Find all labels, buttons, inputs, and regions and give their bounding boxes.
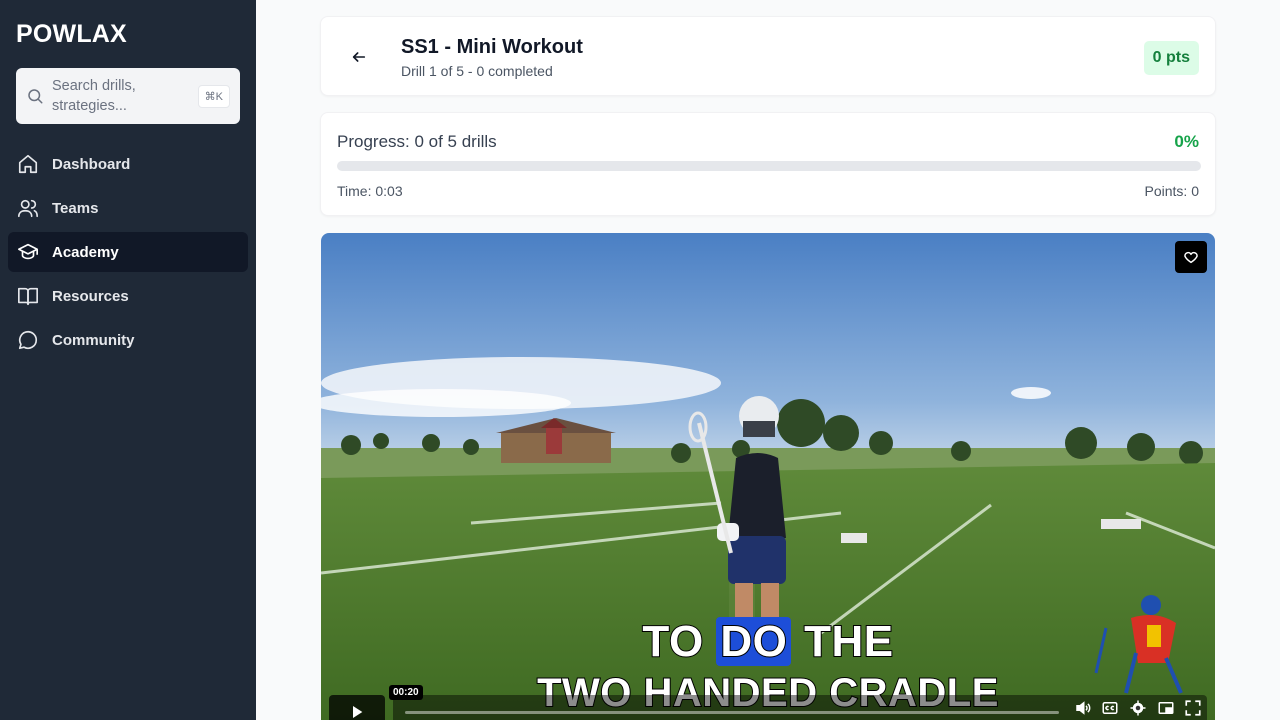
caption-highlight-word: DO (716, 616, 792, 667)
video-caption-line-1: TO DO THE (321, 616, 1215, 667)
settings-icon[interactable] (1128, 698, 1148, 718)
sidebar-item-teams[interactable]: Teams (8, 188, 248, 228)
book-open-icon (16, 284, 40, 308)
points-badge: 0 pts (1143, 41, 1199, 75)
favorite-button[interactable] (1175, 241, 1207, 273)
search-placeholder[interactable]: Search drills, strategies... (52, 76, 182, 116)
sidebar-item-label: Teams (52, 199, 99, 217)
sidebar-nav: Dashboard Teams Academy Resources Commun… (8, 144, 248, 364)
graduation-cap-icon (16, 240, 40, 264)
sidebar-item-resources[interactable]: Resources (8, 276, 248, 316)
points-total: Points: 0 (1144, 183, 1199, 199)
progress-bar (337, 161, 1201, 171)
caption-word: THE (803, 616, 894, 667)
play-icon (353, 706, 363, 718)
search-icon (28, 89, 43, 104)
seek-bar[interactable] (405, 711, 1059, 714)
pip-icon[interactable] (1156, 698, 1176, 718)
back-button[interactable] (347, 45, 371, 69)
progress-label: Progress: 0 of 5 drills (337, 132, 497, 151)
video-control-group (1069, 695, 1207, 720)
search-box[interactable]: Search drills, strategies... ⌘K (16, 68, 240, 124)
video-player[interactable]: TO DO THE TWO HANDED CRADLE 00:20 (321, 233, 1215, 720)
message-circle-icon (16, 328, 40, 352)
brand-logo[interactable]: POWLAX (16, 20, 127, 49)
sidebar-item-community[interactable]: Community (8, 320, 248, 360)
sidebar: POWLAX Search drills, strategies... ⌘K D… (0, 0, 256, 720)
sidebar-item-academy[interactable]: Academy (8, 232, 248, 272)
users-icon (16, 196, 40, 220)
heart-icon (1184, 251, 1198, 264)
home-icon (16, 152, 40, 176)
sidebar-item-dashboard[interactable]: Dashboard (8, 144, 248, 184)
video-controls: 00:20 (321, 685, 1215, 720)
sidebar-item-label: Community (52, 331, 135, 349)
caption-word: TO (641, 616, 704, 667)
sidebar-item-label: Academy (52, 243, 119, 261)
play-button[interactable] (329, 695, 385, 720)
fullscreen-icon[interactable] (1183, 698, 1203, 718)
current-time-tooltip: 00:20 (389, 685, 423, 700)
search-shortcut-badge: ⌘K (197, 84, 230, 108)
progress-card: Progress: 0 of 5 drills 0% Time: 0:03 Po… (320, 112, 1216, 216)
elapsed-time: Time: 0:03 (337, 183, 403, 199)
page-title: SS1 - Mini Workout (401, 36, 583, 58)
volume-icon[interactable] (1073, 698, 1093, 718)
progress-percent: 0% (1174, 132, 1199, 151)
page-subtitle: Drill 1 of 5 - 0 completed (401, 63, 553, 79)
workout-header: SS1 - Mini Workout Drill 1 of 5 - 0 comp… (320, 16, 1216, 96)
sidebar-item-label: Dashboard (52, 155, 131, 173)
captions-icon[interactable] (1100, 698, 1120, 718)
arrow-left-icon (352, 52, 366, 62)
seek-bar-background (393, 695, 1069, 720)
sidebar-item-label: Resources (52, 287, 129, 305)
